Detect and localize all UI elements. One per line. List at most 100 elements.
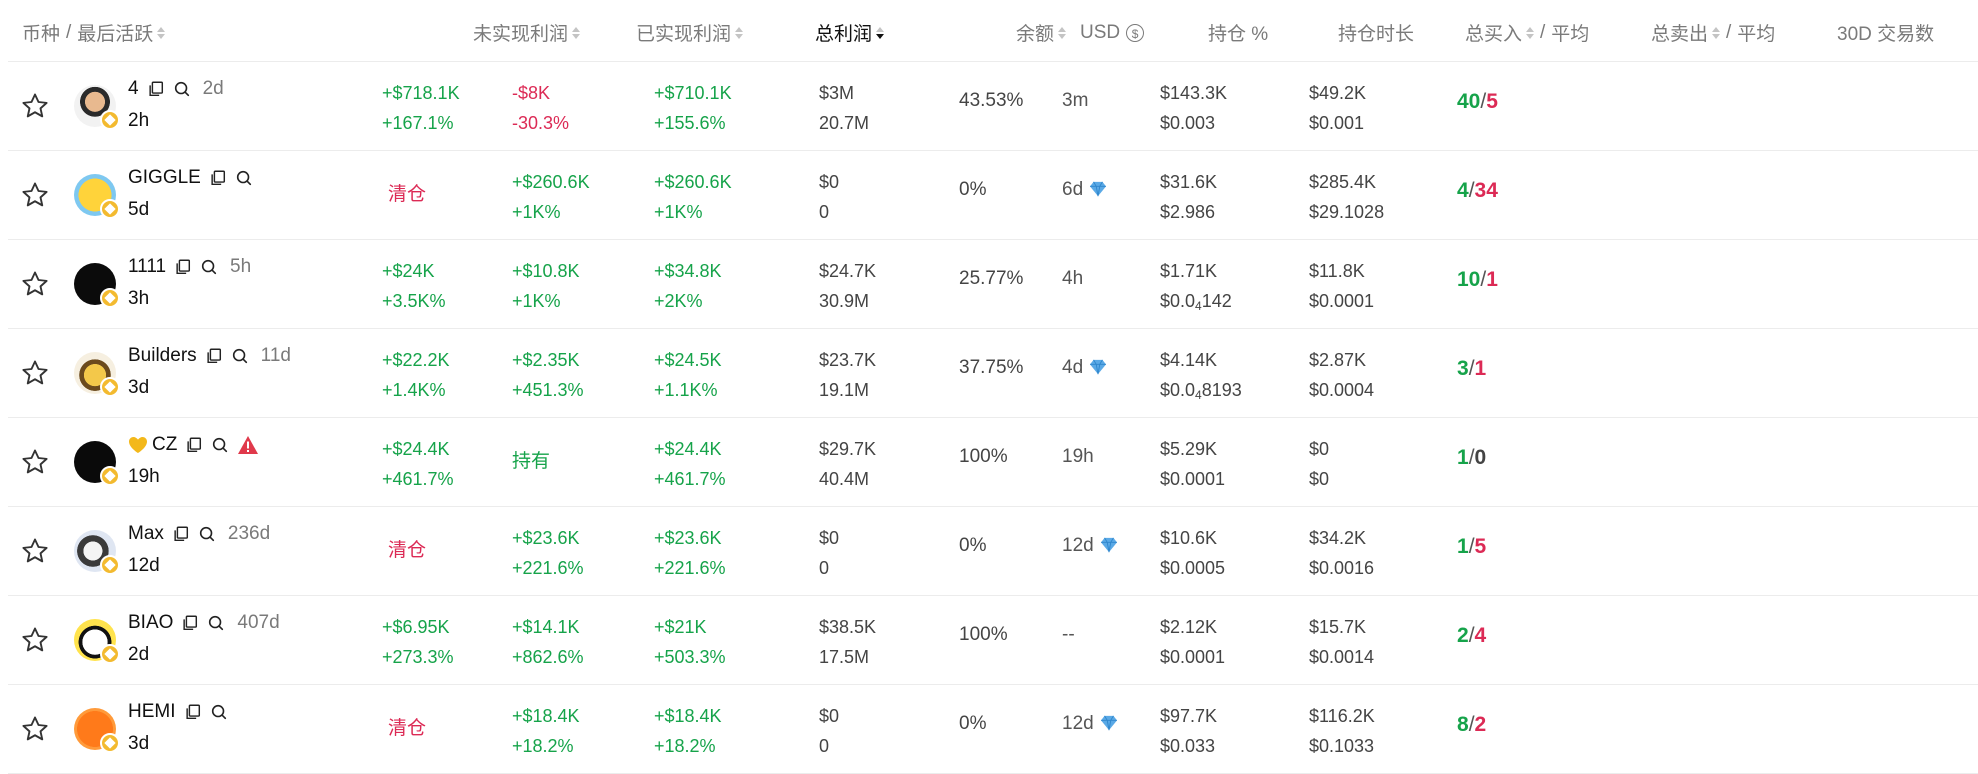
hold-duration-cell: 4d <box>1062 357 1107 379</box>
sort-icon[interactable] <box>1058 26 1067 39</box>
unrealized-status: 清仓 <box>388 540 427 561</box>
favorite-star-icon[interactable] <box>20 269 50 299</box>
table-row[interactable]: CZ 19h +$24.4K +461.7% 持有 +$24.4K +461.7% $29.7… <box>8 417 1978 507</box>
token-age: 407d <box>237 612 280 633</box>
copy-icon[interactable] <box>147 80 165 98</box>
hold-duration: 12d <box>1062 535 1094 556</box>
token-name[interactable]: CZ <box>152 434 177 456</box>
balance-amount: 0 <box>819 558 830 578</box>
copy-icon[interactable] <box>209 169 227 187</box>
sort-desc-icon[interactable] <box>876 26 885 39</box>
token-name[interactable]: 1111 <box>128 256 166 278</box>
realized-profit: +$18.4K +18.2% <box>512 701 580 761</box>
hold-duration: 19h <box>1062 446 1094 467</box>
buy-avg: $0.0005 <box>1160 558 1226 578</box>
favorite-star-icon[interactable] <box>20 625 50 655</box>
sell-count: 2 <box>1474 713 1487 736</box>
currency-switch-icon[interactable]: $ <box>1126 23 1145 42</box>
header-realized[interactable]: 已实现利润 <box>636 19 744 46</box>
favorite-star-icon[interactable] <box>20 447 50 477</box>
copy-icon[interactable] <box>205 347 223 365</box>
sort-icon[interactable] <box>735 26 744 39</box>
sell-total: $15.7K <box>1309 617 1367 637</box>
sort-icon[interactable] <box>572 26 581 39</box>
heart-icon <box>128 436 148 454</box>
token-name[interactable]: GIGGLE <box>128 167 201 189</box>
favorite-star-icon[interactable] <box>20 358 50 388</box>
realized-pct: +221.6% <box>512 558 584 578</box>
bnb-chain-icon <box>100 199 120 219</box>
copy-icon[interactable] <box>174 258 192 276</box>
copy-icon[interactable] <box>185 436 203 454</box>
search-icon[interactable] <box>231 347 249 365</box>
search-icon[interactable] <box>211 436 229 454</box>
search-icon[interactable] <box>173 80 191 98</box>
buy-total: $143.3K <box>1160 83 1228 103</box>
copy-icon[interactable] <box>181 614 199 632</box>
hold-duration-cell: 6d <box>1062 179 1107 201</box>
favorite-star-icon[interactable] <box>20 536 50 566</box>
token-name[interactable]: Max <box>128 523 164 545</box>
token-name-group: 1111 5h <box>128 256 251 278</box>
holding-pct: 100% <box>959 446 1008 467</box>
header-total-sell[interactable]: 总卖出 / 平均 <box>1651 19 1775 46</box>
table-row[interactable]: Max 236d 12d 清仓 +$23.6K +221.6% +$23.6K +221.6%… <box>8 506 1978 596</box>
token-name[interactable]: HEMI <box>128 701 176 723</box>
hold-duration-cell: 12d <box>1062 535 1118 557</box>
header-total-buy[interactable]: 总买入 / 平均 <box>1465 19 1589 46</box>
table-row[interactable]: 4 2d 2h +$718.1K +167.1% -$8K -30.3% +$710.1K +1… <box>8 61 1978 151</box>
total-profit: +$21K +503.3% <box>654 612 726 672</box>
favorite-star-icon[interactable] <box>20 714 50 744</box>
buy-count: 1 <box>1457 535 1469 558</box>
table-row[interactable]: HEMI 3d 清仓 +$18.4K +18.2% +$18.4K +18.2% $0 0 0% 1… <box>8 684 1978 774</box>
buy-count: 3 <box>1457 357 1469 380</box>
hold-duration-cell: 3m <box>1062 90 1088 112</box>
search-icon[interactable] <box>210 703 228 721</box>
holding-pct: 43.53% <box>959 90 1024 111</box>
header-token[interactable]: 币种 / 最后活跃 <box>22 19 166 46</box>
copy-icon[interactable] <box>172 525 190 543</box>
token-name[interactable]: 4 <box>128 78 139 100</box>
header-balance[interactable]: 余额 USD $ <box>1016 19 1145 46</box>
sort-icon[interactable] <box>1526 26 1535 39</box>
total-buy: $4.14K $0.048193 <box>1160 345 1242 410</box>
favorite-star-icon[interactable] <box>20 91 50 121</box>
header-total-profit[interactable]: 总利润 <box>815 19 885 46</box>
bnb-chain-icon <box>100 644 120 664</box>
realized-profit: +$2.35K +451.3% <box>512 345 584 405</box>
token-name[interactable]: Builders <box>128 345 197 367</box>
sell-total: $0 <box>1309 439 1330 459</box>
token-name[interactable]: BIAO <box>128 612 173 634</box>
hold-duration: 6d <box>1062 179 1084 200</box>
header-token-label: 币种 <box>22 24 61 45</box>
table-row[interactable]: BIAO 407d 2d +$6.95K +273.3% +$14.1K +862.6% +$… <box>8 595 1978 685</box>
table-row[interactable]: Builders 11d 3d +$22.2K +1.4K% +$2.35K +451.3%… <box>8 328 1978 418</box>
total-pct: +1K% <box>654 202 703 222</box>
buy-count: 4 <box>1457 179 1469 202</box>
table-row[interactable]: 1111 5h 3h +$24K +3.5K% +$10.8K +1K% +$34.8K +2K… <box>8 239 1978 329</box>
table-row[interactable]: GIGGLE 5d 清仓 +$260.6K +1K% +$260.6K +1K% $0 0 0% 6… <box>8 150 1978 240</box>
sell-avg: $0.0001 <box>1309 291 1375 311</box>
search-icon[interactable] <box>198 525 216 543</box>
balance-usd: $38.5K <box>819 617 877 637</box>
favorite-star-icon[interactable] <box>20 180 50 210</box>
search-icon[interactable] <box>200 258 218 276</box>
total-profit: +$18.4K +18.2% <box>654 701 722 761</box>
total-sell: $285.4K $29.1028 <box>1309 167 1384 227</box>
total-amount: +$18.4K <box>654 706 722 726</box>
sort-icon[interactable] <box>1712 26 1721 39</box>
search-icon[interactable] <box>235 169 253 187</box>
header-holding-pct: 持仓 % <box>1208 19 1268 46</box>
buy-total: $97.7K <box>1160 706 1218 726</box>
search-icon[interactable] <box>207 614 225 632</box>
currency-toggle[interactable]: USD <box>1080 22 1120 44</box>
balance-amount: 30.9M <box>819 291 870 311</box>
sort-icon[interactable] <box>157 26 166 39</box>
copy-icon[interactable] <box>184 703 202 721</box>
realized-amount: +$18.4K <box>512 706 580 726</box>
unrealized-pct: +3.5K% <box>382 291 446 311</box>
holding-pct: 0% <box>959 713 987 734</box>
header-unrealized[interactable]: 未实现利润 <box>473 19 581 46</box>
unrealized-pct: +461.7% <box>382 469 454 489</box>
token-name-group: Max 236d <box>128 523 270 545</box>
